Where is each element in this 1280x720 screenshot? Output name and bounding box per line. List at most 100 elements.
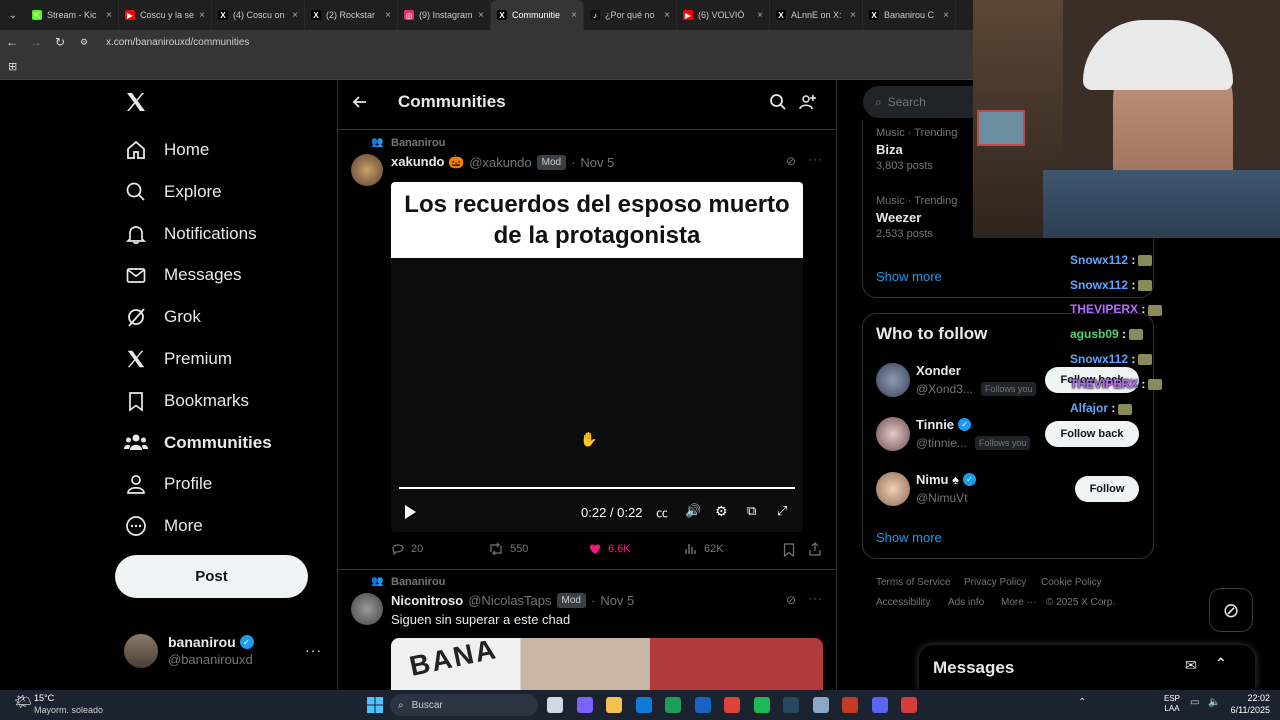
- grok-icon[interactable]: ⊘: [786, 154, 796, 168]
- who-to-follow-show-more-link[interactable]: Show more: [876, 530, 942, 545]
- apps-grid-icon[interactable]: ⊞: [8, 60, 17, 73]
- browser-tab[interactable]: X (2) Rockstar ×: [305, 0, 398, 30]
- nav-item-messages[interactable]: Messages: [124, 257, 241, 293]
- browser-tab[interactable]: X (4) Coscu on ×: [212, 0, 305, 30]
- tab-close-icon[interactable]: ×: [571, 10, 577, 21]
- author-avatar[interactable]: [351, 593, 383, 625]
- follow-button[interactable]: Follow: [1075, 476, 1139, 502]
- tab-close-icon[interactable]: ×: [850, 10, 856, 21]
- store-icon[interactable]: [665, 697, 681, 713]
- tab-close-icon[interactable]: ×: [757, 10, 763, 21]
- tab-close-icon[interactable]: ×: [199, 10, 205, 21]
- language-indicator[interactable]: ESP LAA: [1164, 694, 1180, 714]
- tab-close-icon[interactable]: ×: [943, 10, 949, 21]
- post-community[interactable]: Bananirou: [391, 137, 445, 149]
- footer-link[interactable]: More ···: [1001, 597, 1037, 608]
- footer-link[interactable]: Accessibility: [876, 597, 930, 608]
- file-explorer-icon[interactable]: [606, 697, 622, 713]
- captions-icon[interactable]: ㏄: [656, 504, 668, 521]
- windows-start-icon[interactable]: [367, 697, 383, 718]
- account-avatar[interactable]: [124, 634, 158, 668]
- bookmark-icon[interactable]: [783, 543, 795, 562]
- author-handle[interactable]: @xakundo: [469, 155, 531, 170]
- suggestion-avatar[interactable]: [876, 363, 910, 397]
- nav-item-home[interactable]: Home: [124, 132, 209, 168]
- author-avatar[interactable]: [351, 154, 383, 186]
- taskbar-search[interactable]: ⌕ Buscar: [390, 694, 538, 716]
- outlook-icon[interactable]: [694, 697, 711, 713]
- reply-button[interactable]: 20: [391, 542, 423, 556]
- forward-icon[interactable]: →: [24, 35, 48, 49]
- steam-icon[interactable]: [783, 697, 799, 713]
- url-field[interactable]: x.com/bananirouxd/communities: [106, 37, 249, 48]
- add-community-icon[interactable]: [799, 93, 817, 116]
- views-button[interactable]: 62K: [684, 542, 724, 556]
- obs-icon[interactable]: [901, 697, 917, 713]
- account-menu-icon[interactable]: ···: [305, 642, 322, 658]
- share-icon[interactable]: [808, 542, 822, 561]
- tab-close-icon[interactable]: ×: [478, 10, 484, 21]
- trend-item[interactable]: Music · Trending Weezer 2,533 posts: [876, 195, 957, 240]
- tab-close-icon[interactable]: ×: [292, 10, 298, 21]
- footer-link[interactable]: Terms of Service: [876, 577, 950, 588]
- post-date[interactable]: Nov 5: [580, 155, 614, 170]
- suggestion-name[interactable]: Xonder: [916, 363, 961, 378]
- nav-item-communities[interactable]: Communities: [124, 425, 272, 461]
- nav-item-explore[interactable]: Explore: [124, 174, 222, 210]
- grok-floating-button[interactable]: ⊘: [1209, 588, 1253, 632]
- settings-icon[interactable]: [812, 697, 829, 713]
- nav-item-notifications[interactable]: Notifications: [124, 216, 257, 252]
- post-community[interactable]: Bananirou: [391, 576, 445, 588]
- video-progress-track[interactable]: [399, 487, 795, 489]
- author-name[interactable]: xakundo 🎃: [391, 154, 464, 170]
- tab-list-icon[interactable]: ⌄: [0, 10, 26, 21]
- tray-chevron-icon[interactable]: ⌃: [1078, 697, 1086, 708]
- volume-icon[interactable]: 🔊: [685, 503, 701, 519]
- tab-close-icon[interactable]: ×: [664, 10, 670, 21]
- settings-icon[interactable]: ⚙: [715, 503, 728, 520]
- back-arrow-icon[interactable]: [352, 94, 368, 115]
- browser-tab[interactable]: ♪ ¿Por qué no ×: [584, 0, 677, 30]
- post-more-icon[interactable]: ···: [808, 152, 823, 166]
- post-date[interactable]: Nov 5: [600, 593, 634, 608]
- back-icon[interactable]: ←: [0, 35, 24, 49]
- footer-link[interactable]: Ads info: [948, 597, 984, 608]
- author-name[interactable]: Niconitroso: [391, 593, 463, 608]
- footer-link[interactable]: © 2025 X Corp.: [1046, 597, 1115, 608]
- spotify-icon[interactable]: [753, 697, 770, 713]
- volume-tray-icon[interactable]: 🔈: [1208, 697, 1220, 708]
- footer-link[interactable]: Cookie Policy: [1041, 577, 1102, 588]
- tab-close-icon[interactable]: ×: [385, 10, 391, 21]
- footer-link[interactable]: Privacy Policy: [964, 577, 1026, 588]
- clock-date[interactable]: 6/11/2025: [1222, 705, 1270, 715]
- nav-item-bookmarks[interactable]: Bookmarks: [124, 383, 249, 419]
- trend-item[interactable]: Music · Trending Biza 3,803 posts: [876, 127, 957, 172]
- pip-icon[interactable]: ⧉: [747, 503, 756, 519]
- app-icon[interactable]: [842, 697, 858, 713]
- browser-tab[interactable]: K Stream - Kic ×: [26, 0, 119, 30]
- new-message-icon[interactable]: ✉: [1185, 657, 1197, 674]
- browser-tab[interactable]: X Bananirou C ×: [863, 0, 956, 30]
- post-button[interactable]: Post: [115, 555, 308, 598]
- suggestion-name[interactable]: Nimu ♠: [916, 472, 959, 487]
- browser-tab[interactable]: X Communitie ×: [491, 0, 584, 30]
- site-info-icon[interactable]: ⚙: [72, 37, 96, 48]
- discord-icon[interactable]: [871, 697, 888, 713]
- follow-button[interactable]: Follow back: [1045, 421, 1139, 447]
- author-handle[interactable]: @NicolasTaps: [468, 593, 551, 608]
- nav-item-more[interactable]: More: [124, 508, 203, 544]
- chrome-icon[interactable]: [724, 697, 740, 713]
- reload-icon[interactable]: ↻: [48, 35, 72, 49]
- browser-tab[interactable]: ◎ (9) Instagram ×: [398, 0, 491, 30]
- expand-icon[interactable]: ⌃: [1215, 655, 1227, 672]
- nav-item-grok[interactable]: Grok: [124, 299, 201, 335]
- search-icon[interactable]: [769, 93, 787, 116]
- edge-icon[interactable]: [635, 697, 652, 713]
- clock-time[interactable]: 22:02: [1228, 693, 1270, 703]
- post-more-icon[interactable]: ···: [808, 591, 823, 605]
- fullscreen-icon[interactable]: ⤢: [777, 503, 787, 519]
- play-icon[interactable]: [403, 504, 417, 525]
- x-logo-icon[interactable]: [124, 90, 148, 119]
- suggestion-avatar[interactable]: [876, 417, 910, 451]
- task-view-icon[interactable]: [547, 697, 563, 713]
